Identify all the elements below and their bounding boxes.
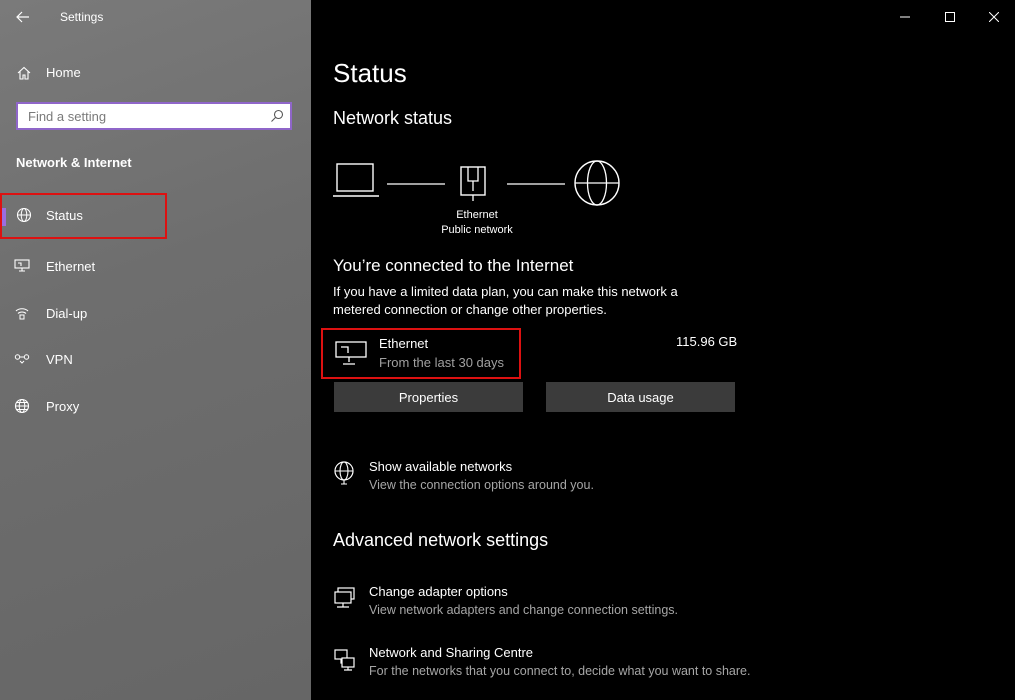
home-icon: [17, 66, 31, 80]
link-description: View network adapters and change connect…: [369, 603, 678, 617]
sidebar-item-vpn[interactable]: VPN: [0, 341, 311, 377]
sidebar-item-label: VPN: [46, 352, 73, 367]
network-diagram: [333, 160, 620, 206]
connection-status-title: You’re connected to the Internet: [333, 256, 574, 275]
section-title: Network & Internet: [16, 155, 132, 170]
data-usage-button[interactable]: Data usage: [546, 382, 735, 412]
sidebar-item-label: Status: [46, 208, 83, 223]
link-description: For the networks that you connect to, de…: [369, 664, 751, 678]
change-adapter-options-link[interactable]: Change adapter options View network adap…: [333, 584, 833, 624]
network-status-heading: Network status: [333, 108, 453, 128]
sidebar-item-label: Ethernet: [46, 259, 96, 274]
ethernet-connection-card[interactable]: Ethernet From the last 30 days: [321, 328, 521, 379]
back-button[interactable]: [8, 4, 38, 30]
minimize-icon: [900, 16, 910, 18]
sidebar-item-home[interactable]: Home: [0, 58, 311, 88]
maximize-icon: [945, 12, 955, 22]
maximize-button[interactable]: [932, 4, 968, 30]
diagram-network-type-label: Public network: [441, 224, 513, 236]
link-title: Change adapter options: [369, 584, 508, 599]
minimize-button[interactable]: [887, 4, 923, 30]
close-button[interactable]: [976, 4, 1012, 30]
sidebar-item-label: Dial-up: [46, 306, 88, 321]
sharing-centre-icon: [334, 649, 355, 671]
network-globe-icon: [334, 461, 354, 485]
back-arrow-icon: [16, 11, 29, 23]
link-title: Network and Sharing Centre: [369, 645, 534, 660]
search-box[interactable]: [16, 102, 292, 130]
connection-name: Ethernet: [379, 336, 429, 351]
close-icon: [989, 12, 999, 22]
data-usage-amount: 115.96 GB: [676, 334, 738, 349]
connection-status-description: If you have a limited data plan, you can…: [333, 284, 678, 317]
dialup-icon: [15, 308, 29, 320]
sidebar-item-label: Home: [46, 65, 81, 80]
connection-period: From the last 30 days: [379, 355, 504, 370]
sidebar-item-label: Proxy: [46, 399, 80, 414]
sidebar-titlebar: Settings: [0, 0, 311, 34]
vpn-icon: [14, 354, 30, 364]
search-input[interactable]: [26, 107, 270, 125]
advanced-settings-heading: Advanced network settings: [333, 530, 549, 550]
globe-icon: [14, 398, 30, 414]
page-title: Status: [333, 58, 407, 88]
sidebar-item-proxy[interactable]: Proxy: [0, 388, 311, 424]
sidebar-item-dialup[interactable]: Dial-up: [0, 295, 311, 331]
globe-wired-icon: [16, 207, 32, 223]
show-available-networks-link[interactable]: Show available networks View the connect…: [333, 459, 833, 499]
laptop-icon: [333, 163, 379, 197]
link-description: View the connection options around you.: [369, 478, 594, 492]
network-sharing-centre-link[interactable]: Network and Sharing Centre For the netwo…: [333, 645, 833, 685]
globe-icon: [574, 160, 620, 206]
link-title: Show available networks: [369, 459, 513, 474]
search-icon: [271, 109, 284, 122]
window-title: Settings: [60, 10, 104, 24]
ethernet-port-icon: [460, 166, 486, 201]
properties-button[interactable]: Properties: [334, 382, 523, 412]
adapter-icon: [334, 587, 355, 608]
main-content: Status Network status Ethernet Public ne…: [311, 0, 1015, 700]
sidebar: Settings Home Network & Internet Status …: [0, 0, 311, 700]
ethernet-icon: [14, 259, 30, 272]
diagram-adapter-label: Ethernet: [456, 209, 498, 221]
sidebar-item-status[interactable]: Status: [0, 193, 167, 239]
sidebar-item-ethernet[interactable]: Ethernet: [0, 248, 311, 284]
active-indicator: [2, 208, 6, 226]
ethernet-icon: [335, 341, 367, 365]
